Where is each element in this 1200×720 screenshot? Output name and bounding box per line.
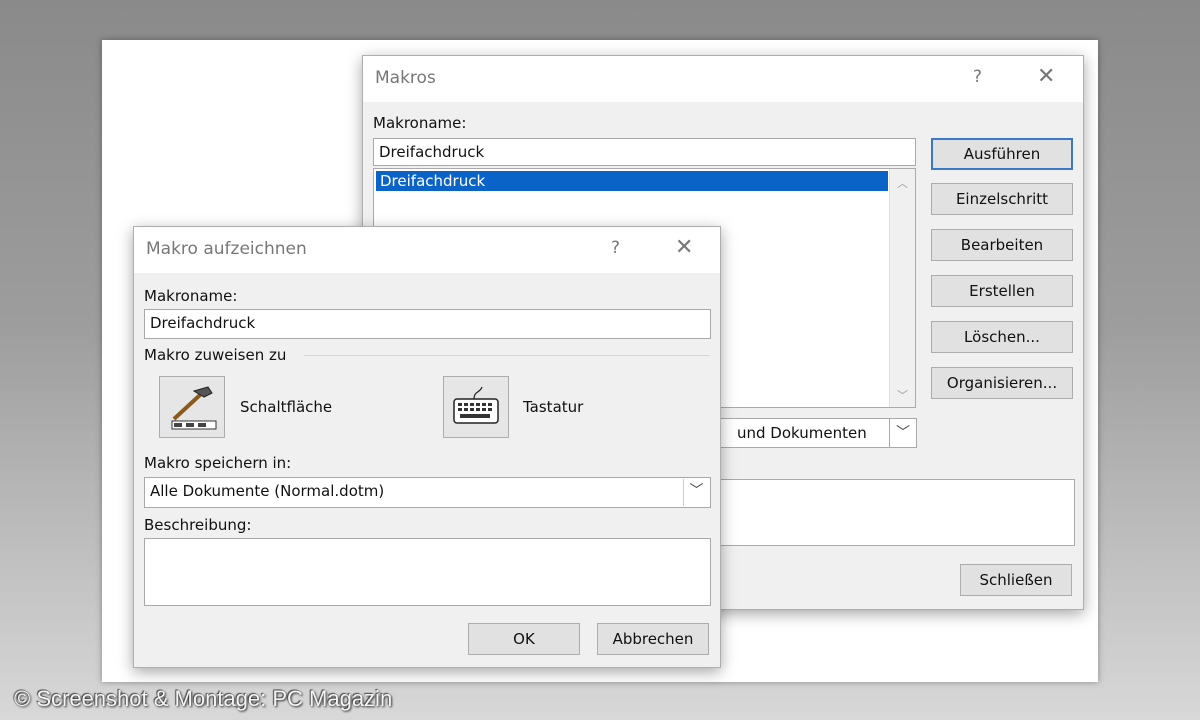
- ok-button[interactable]: OK: [468, 623, 580, 655]
- chevron-down-icon[interactable]: ﹀: [683, 479, 709, 506]
- record-makroname-input[interactable]: Dreifachdruck: [144, 309, 711, 339]
- makro-description-box: [703, 479, 1075, 546]
- record-macro-dialog: Makro aufzeichnen ? ✕ Makroname: Dreifac…: [133, 226, 721, 668]
- record-makroname-label: Makroname:: [144, 287, 238, 305]
- store-label: Makro speichern in:: [144, 454, 292, 472]
- list-item[interactable]: Dreifachdruck: [376, 171, 888, 191]
- assign-label: Makro zuweisen zu: [144, 346, 287, 364]
- copyright-watermark: © Screenshot & Montage: PC Magazin: [14, 686, 393, 711]
- makroname-label: Makroname:: [373, 114, 467, 132]
- edit-button[interactable]: Bearbeiten: [931, 229, 1073, 261]
- record-titlebar: Makro aufzeichnen ? ✕: [134, 227, 720, 273]
- assign-separator: [304, 355, 710, 356]
- create-button[interactable]: Erstellen: [931, 275, 1073, 307]
- makros-title: Makros: [375, 68, 436, 88]
- assign-keyboard-option[interactable]: [443, 376, 509, 438]
- hammer-icon: [171, 386, 217, 430]
- record-title: Makro aufzeichnen: [146, 239, 307, 259]
- run-button[interactable]: Ausführen: [931, 138, 1073, 170]
- close-icon[interactable]: ✕: [1037, 64, 1055, 89]
- help-icon[interactable]: ?: [973, 67, 982, 87]
- chevron-down-icon[interactable]: ﹀: [889, 418, 917, 448]
- help-icon[interactable]: ?: [611, 238, 620, 258]
- delete-button[interactable]: Löschen...: [931, 321, 1073, 353]
- listbox-scrollbar[interactable]: ︿ ﹀: [889, 169, 915, 407]
- keyboard-option-label[interactable]: Tastatur: [523, 398, 583, 416]
- scroll-up-icon[interactable]: ︿: [897, 175, 908, 191]
- step-button[interactable]: Einzelschritt: [931, 183, 1073, 215]
- description-textarea[interactable]: [144, 538, 711, 606]
- button-option-label[interactable]: Schaltfläche: [240, 398, 332, 416]
- close-icon[interactable]: ✕: [675, 235, 693, 260]
- makroname-input[interactable]: Dreifachdruck: [373, 138, 916, 166]
- scroll-down-icon[interactable]: ﹀: [897, 387, 908, 403]
- makros-titlebar: Makros ? ✕: [363, 56, 1083, 102]
- organize-button[interactable]: Organisieren...: [931, 367, 1073, 399]
- description-label: Beschreibung:: [144, 516, 252, 534]
- cancel-button[interactable]: Abbrechen: [597, 623, 709, 655]
- makro-location-select[interactable]: und Dokumenten: [703, 418, 917, 448]
- assign-button-option[interactable]: [159, 376, 225, 438]
- store-select[interactable]: Alle Dokumente (Normal.dotm): [144, 477, 711, 508]
- close-dialog-button[interactable]: Schließen: [960, 564, 1072, 596]
- keyboard-icon: [453, 386, 499, 424]
